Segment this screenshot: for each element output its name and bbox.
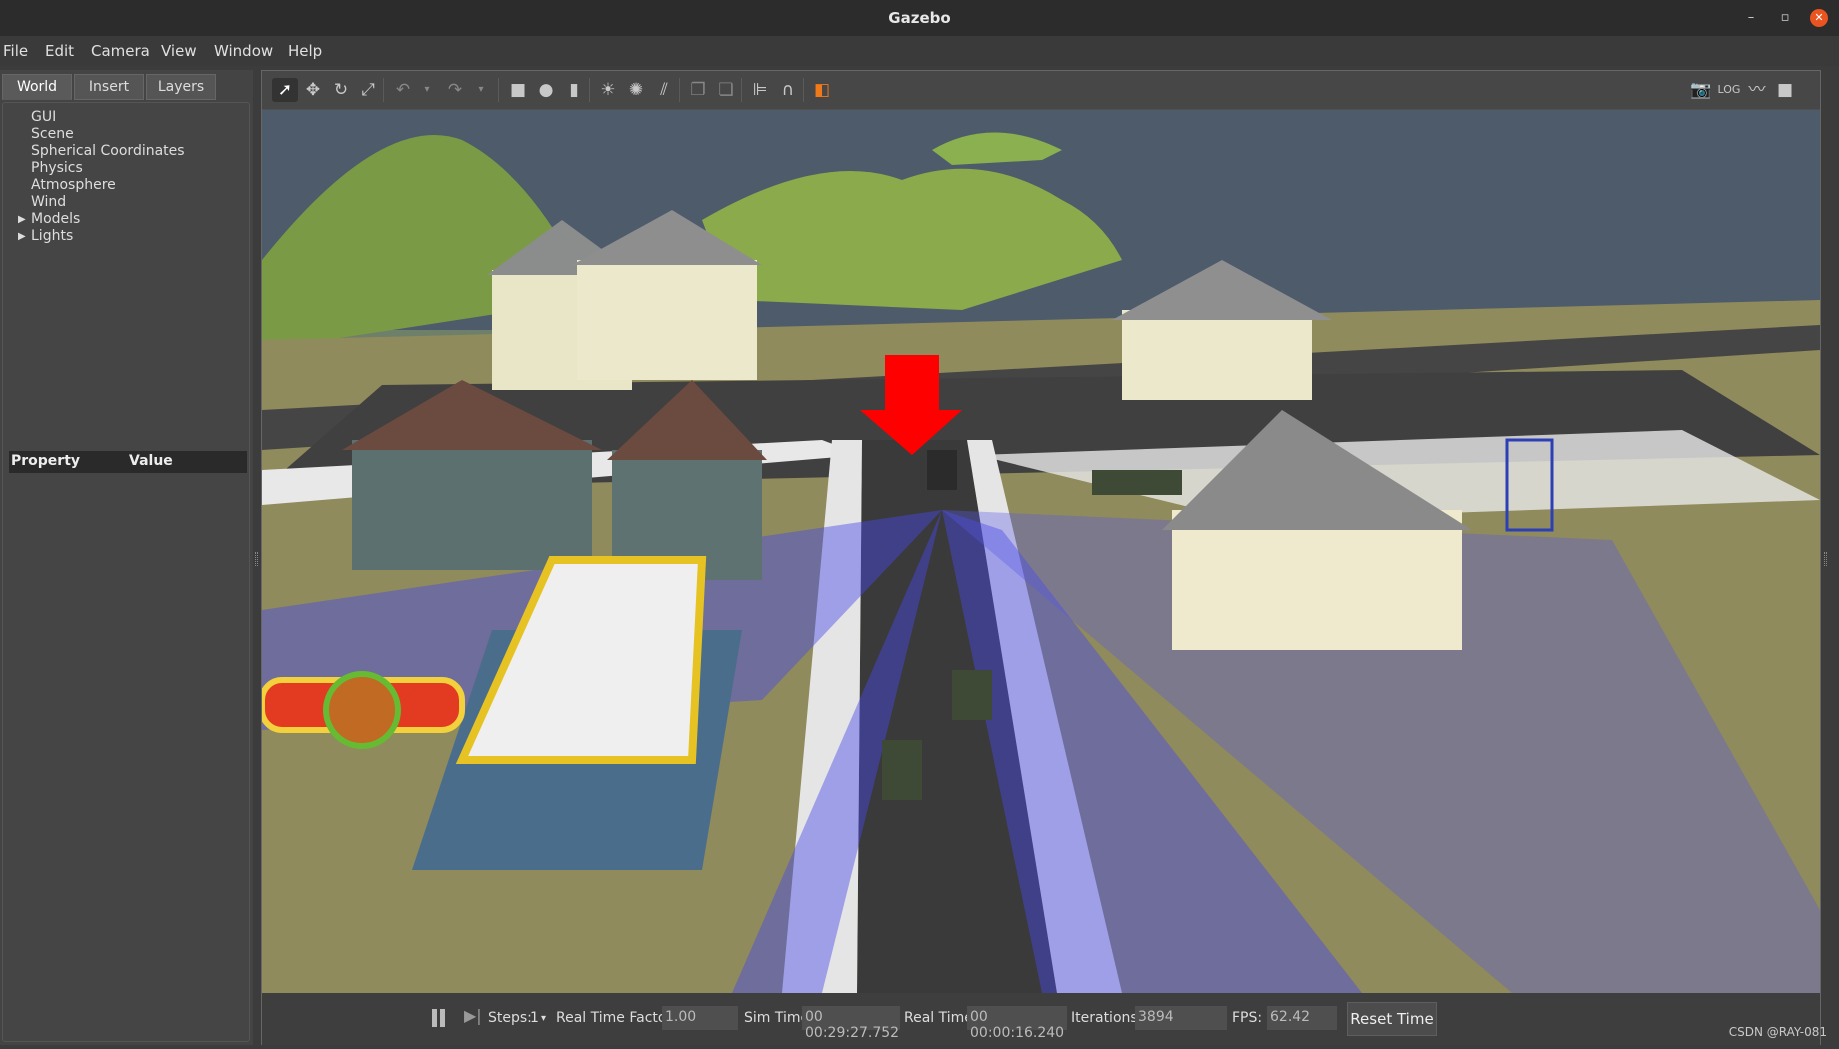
log-icon[interactable]: LOG [1716, 78, 1742, 102]
toolbar-separator [679, 78, 680, 102]
sim-status-bar: ▶| Steps: 1 ▾ Real Time Factor: 1.00 Sim… [262, 993, 1820, 1045]
panel-tabs: World Insert Layers [0, 72, 253, 100]
toolbar-separator [803, 78, 804, 102]
tree-item-models[interactable]: Models [31, 211, 80, 227]
menu-help[interactable]: Help [288, 42, 322, 60]
snap-icon[interactable]: ∩ [775, 78, 801, 102]
tree-item-scene[interactable]: Scene [31, 126, 74, 142]
point-light-icon[interactable]: ☀ [595, 78, 621, 102]
paste-icon[interactable]: ❏ [713, 78, 739, 102]
tree-item-atmosphere[interactable]: Atmosphere [31, 177, 116, 193]
house [577, 260, 757, 380]
house [1172, 510, 1462, 650]
world-tree: GUI Scene Spherical Coordinates Physics … [2, 102, 250, 1042]
steps-dropdown-icon[interactable]: ▾ [541, 1013, 546, 1024]
window-title-bar: Gazebo – ▫ ✕ [0, 0, 1839, 36]
tree-item-wind[interactable]: Wind [31, 194, 66, 210]
sim-time-field: 00 00:29:27.752 [802, 1006, 900, 1041]
menu-camera[interactable]: Camera [91, 42, 150, 60]
menu-window[interactable]: Window [214, 42, 273, 60]
scene-render[interactable] [262, 110, 1820, 993]
maximize-icon[interactable]: ▫ [1776, 9, 1794, 27]
property-table-header: Property Value [9, 451, 247, 473]
window-title: Gazebo [888, 9, 951, 27]
steps-label: Steps: [488, 1010, 532, 1026]
menu-view[interactable]: View [161, 42, 197, 60]
toolbar-separator [741, 78, 742, 102]
toolbar-separator [589, 78, 590, 102]
render-frame: ➚ ✥ ↻ ⤢ ↶ ▾ ↷ ▾ ■ ● ▮ ☀ ✺ ⫽ ❐ ❏ ⊫ ∩ ◧ 📷 … [261, 70, 1821, 1045]
vehicle [952, 670, 992, 720]
tree-item-gui[interactable]: GUI [31, 109, 56, 125]
toolbar-separator [498, 78, 499, 102]
step-forward-icon[interactable]: ▶| [464, 1006, 482, 1025]
box-icon[interactable]: ■ [505, 78, 531, 102]
iterations-field: 3894 [1135, 1006, 1227, 1030]
expand-arrow-icon[interactable]: ▶ [18, 231, 26, 242]
spot-light-icon[interactable]: ✺ [623, 78, 649, 102]
fps-label: FPS: [1232, 1010, 1263, 1026]
translate-icon[interactable]: ✥ [300, 78, 326, 102]
tree-item-spherical-coordinates[interactable]: Spherical Coordinates [31, 143, 185, 159]
scene-toolbar: ➚ ✥ ↻ ⤢ ↶ ▾ ↷ ▾ ■ ● ▮ ☀ ✺ ⫽ ❐ ❏ ⊫ ∩ ◧ 📷 … [262, 71, 1820, 109]
expand-arrow-icon[interactable]: ▶ [18, 214, 26, 225]
vehicle [927, 450, 957, 490]
vehicle [882, 740, 922, 800]
redo-icon[interactable]: ↷ [442, 78, 468, 102]
menu-file[interactable]: File [3, 42, 28, 60]
undo-dropdown-icon[interactable]: ▾ [414, 78, 440, 102]
tree-item-lights[interactable]: Lights [31, 228, 73, 244]
rotate-icon[interactable]: ↻ [328, 78, 354, 102]
rtf-label: Real Time Factor: [556, 1010, 677, 1026]
fps-field: 62.42 [1267, 1006, 1337, 1030]
select-arrow-icon[interactable]: ➚ [272, 78, 298, 102]
tab-world[interactable]: World [2, 74, 72, 100]
tree-item-physics[interactable]: Physics [31, 160, 83, 176]
property-column-header: Property [11, 453, 81, 469]
redo-dropdown-icon[interactable]: ▾ [468, 78, 494, 102]
undo-icon[interactable]: ↶ [390, 78, 416, 102]
close-icon[interactable]: ✕ [1810, 9, 1828, 27]
minimize-icon[interactable]: – [1742, 9, 1760, 27]
iterations-label: Iterations: [1071, 1010, 1143, 1026]
view-angle-icon[interactable]: ◧ [809, 78, 835, 102]
left-panel: World Insert Layers GUI Scene Spherical … [0, 70, 253, 1045]
value-column-header: Value [129, 453, 173, 469]
menu-bar: File Edit Camera View Window Help [0, 36, 1839, 66]
left-splitter-handle[interactable] [255, 552, 258, 566]
align-icon[interactable]: ⊫ [747, 78, 773, 102]
scale-icon[interactable]: ⤢ [355, 78, 381, 102]
toolbar-separator [383, 78, 384, 102]
plot-icon[interactable]: 〰 [1744, 78, 1770, 102]
screenshot-icon[interactable]: 📷 [1688, 78, 1714, 102]
sphere-icon[interactable]: ● [533, 78, 559, 102]
pause-icon[interactable] [430, 1009, 448, 1027]
cylinder-icon[interactable]: ▮ [561, 78, 587, 102]
rtf-field: 1.00 [662, 1006, 738, 1030]
video-record-icon[interactable]: ■ [1772, 78, 1798, 102]
real-time-field: 00 00:00:16.240 [967, 1006, 1067, 1041]
burger-sign [323, 671, 401, 749]
steps-value[interactable]: 1 [530, 1010, 539, 1026]
reset-time-button[interactable]: Reset Time [1347, 1002, 1437, 1036]
tab-insert[interactable]: Insert [74, 74, 144, 100]
watermark: CSDN @RAY-081 [1728, 1025, 1827, 1039]
copy-icon[interactable]: ❐ [685, 78, 711, 102]
house [352, 440, 592, 570]
right-splitter-handle[interactable] [1824, 552, 1827, 566]
directional-light-icon[interactable]: ⫽ [651, 78, 677, 102]
menu-edit[interactable]: Edit [45, 42, 74, 60]
house [1122, 310, 1312, 400]
tab-layers[interactable]: Layers [146, 74, 216, 100]
3d-viewport[interactable] [262, 110, 1820, 993]
vehicle [1092, 470, 1182, 495]
